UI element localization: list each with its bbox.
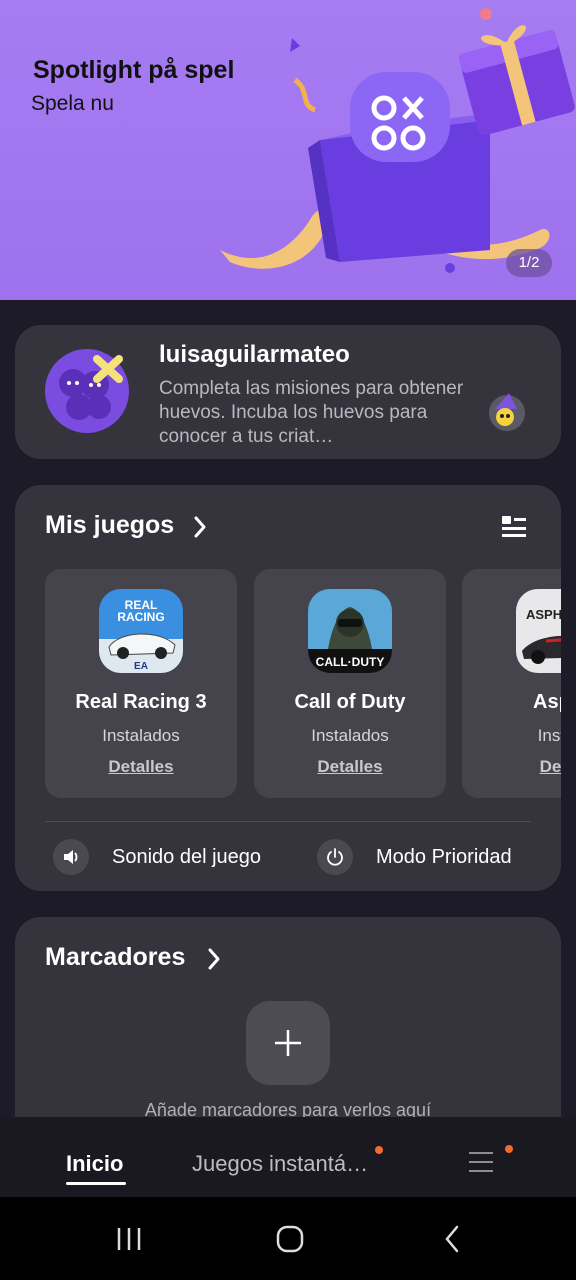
back-icon[interactable] [430,1197,474,1280]
divider [45,821,531,822]
tool-label: Sonido del juego [112,845,262,868]
bookmarks-hint: Añade marcadores para verlos aquí [144,1100,432,1117]
svg-text:ASPH: ASPH [526,607,561,622]
bookmarks-card: Marcadores Añade marcadores para verlos … [15,917,561,1117]
my-games-title[interactable]: Mis juegos [45,511,174,540]
power-icon [317,839,353,875]
game-tile-asphalt[interactable]: ASPH Asph Instal Deta [462,569,561,798]
svg-text:EA: EA [134,661,148,672]
game-status: Instalados [102,726,180,745]
details-link[interactable]: Detalles [254,757,446,777]
active-tab-indicator [66,1182,126,1185]
username: luisaguilarmateo [159,341,350,368]
system-navigation-bar [0,1197,576,1280]
game-tile-call-of-duty[interactable]: CALL·DUTY Call of Duty Instalados Detall… [254,569,446,798]
my-games-card: Mis juegos REAL RACING EA Real Racing 3 … [15,485,561,891]
bottom-navigation: Inicio Juegos instantá… [0,1117,576,1197]
game-status: Instal [537,726,561,745]
priority-mode-button[interactable]: Modo Prioridad [317,839,512,875]
speaker-icon [53,839,89,875]
notification-badge [375,1146,383,1154]
banner-page-indicator: 1/2 [506,249,552,277]
profile-card[interactable]: luisaguilarmateo Completa las misiones p… [15,325,561,459]
notification-badge [505,1145,513,1153]
wizard-mascot-icon[interactable] [485,389,529,433]
home-icon[interactable] [264,1197,316,1280]
game-name: Asph [533,691,561,713]
bookmarks-title[interactable]: Marcadores [45,943,185,972]
chevron-right-icon[interactable] [191,514,209,540]
call-of-duty-icon: CALL·DUTY [308,589,392,673]
add-bookmark-button[interactable] [246,1001,330,1085]
tab-inicio[interactable]: Inicio [66,1151,123,1177]
hamburger-icon[interactable] [468,1149,494,1175]
tab-instant-games[interactable]: Juegos instantá… [192,1151,368,1177]
list-view-icon[interactable] [501,513,527,539]
svg-text:CALL·DUTY: CALL·DUTY [316,655,385,669]
banner-subtitle: Spela nu [31,92,114,115]
chevron-right-icon[interactable] [205,946,223,972]
details-link[interactable]: Deta [462,757,561,777]
game-tile-real-racing[interactable]: REAL RACING EA Real Racing 3 Instalados … [45,569,237,798]
details-link[interactable]: Detalles [45,757,237,777]
real-racing-3-icon: REAL RACING EA [99,589,183,673]
game-status: Instalados [311,726,389,745]
recents-icon[interactable] [104,1197,154,1280]
game-name: Call of Duty [294,691,406,713]
asphalt-icon: ASPH [516,589,561,673]
avatar [45,349,129,433]
game-sound-button[interactable]: Sonido del juego [53,839,261,875]
tool-label: Modo Prioridad [376,845,512,868]
plus-icon [275,1030,301,1056]
mission-description: Completa las misiones para obtener huevo… [159,378,464,447]
banner-title: Spotlight på spel [33,56,235,84]
game-name: Real Racing 3 [75,691,207,713]
svg-text:RACING: RACING [117,610,164,624]
spotlight-banner[interactable]: Spotlight på spel Spela nu 1/2 [0,0,576,300]
